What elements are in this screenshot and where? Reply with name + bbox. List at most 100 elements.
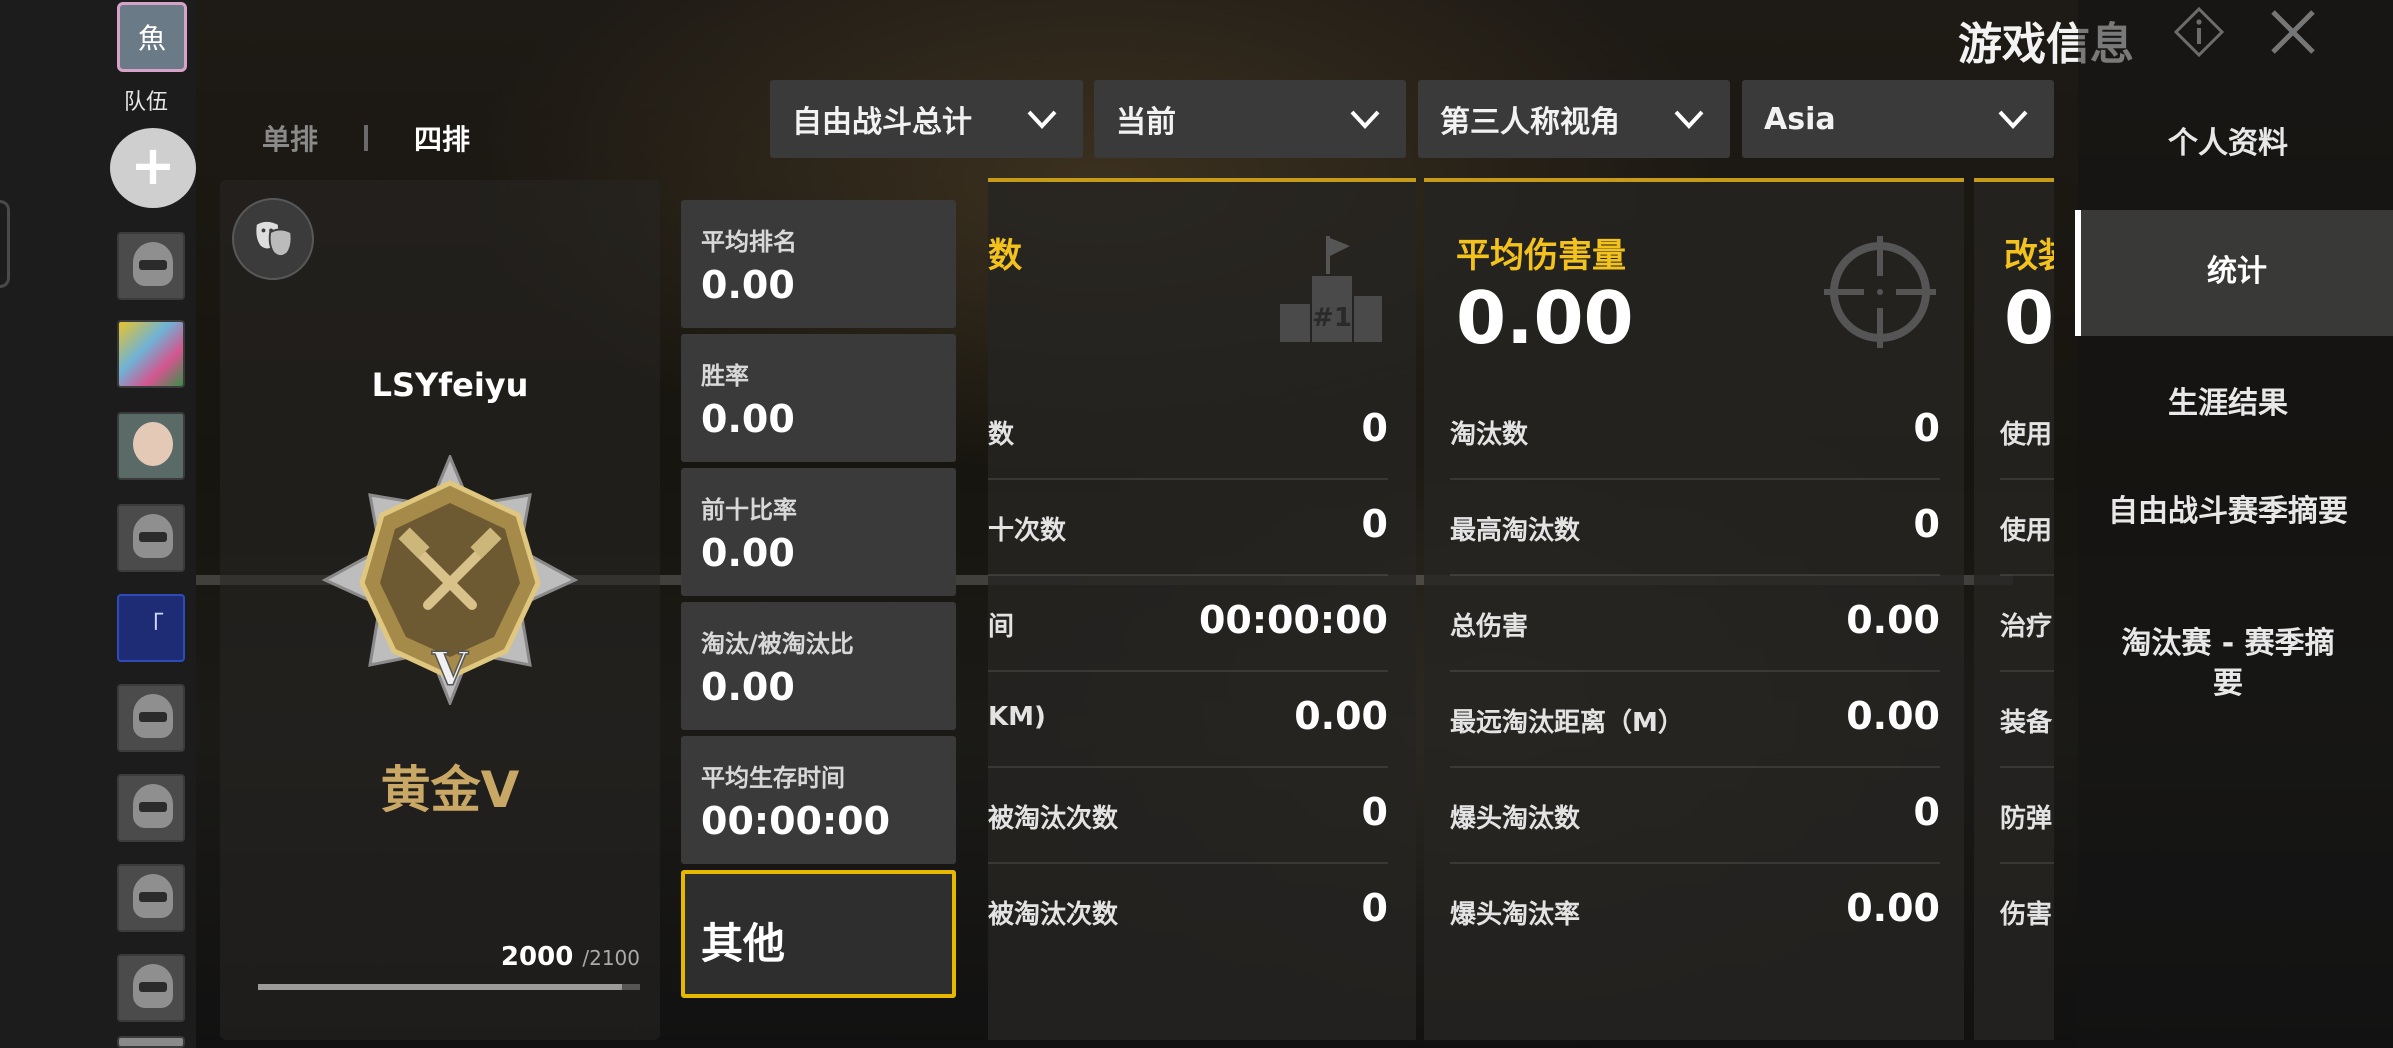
friend-avatar[interactable] — [117, 864, 185, 932]
stat-value: 0.00 — [701, 397, 795, 441]
stat-value: 00:00:00 — [701, 799, 891, 843]
stat-row: 使用 — [2000, 480, 2054, 576]
rank-points-current: 2000 — [500, 942, 574, 972]
stat-label: 平均排名 — [701, 228, 797, 256]
tab-divider — [364, 125, 369, 151]
stat-card-avg-survival[interactable]: 平均生存时间 00:00:00 — [681, 736, 956, 864]
mode-tabs: 单排 四排 — [262, 118, 470, 158]
row-label: 被淘汰次数 — [988, 900, 1119, 930]
row-label: 使用 — [2000, 516, 2053, 546]
mode-dropdown[interactable]: 自由战斗总计 — [770, 80, 1083, 158]
theater-mask-icon[interactable] — [232, 198, 314, 280]
row-value: 0.00 — [1846, 598, 1940, 642]
stat-row: 被淘汰次数 0 — [988, 768, 1388, 864]
friend-avatar[interactable] — [117, 684, 185, 752]
rank-points-max: /2100 — [582, 946, 640, 970]
friend-avatar[interactable] — [117, 954, 185, 1022]
player-name: LSYfeiyu — [371, 366, 529, 404]
stat-card-other[interactable]: 其他 — [681, 870, 956, 998]
chevron-down-icon — [1998, 110, 2028, 129]
friend-avatar[interactable]: 「 — [117, 594, 185, 662]
stat-row: 间 00:00:00 — [988, 576, 1388, 672]
rank-name: 黄金V — [380, 761, 520, 819]
row-value: 0 — [1361, 502, 1388, 546]
nav-item-elimination-season[interactable]: 淘汰赛 - 赛季摘要 — [2078, 624, 2378, 704]
dropdown-value: 自由战斗总计 — [792, 105, 972, 140]
collapse-tab[interactable] — [0, 200, 10, 288]
friend-avatar[interactable] — [117, 774, 185, 842]
friend-avatar[interactable] — [117, 320, 185, 388]
friend-avatar[interactable] — [117, 1036, 185, 1048]
row-value: 0 — [1913, 406, 1940, 450]
row-value: 0.00 — [1846, 886, 1940, 930]
panel-value: 0.00 — [1456, 276, 1634, 360]
row-value: 0 — [1913, 502, 1940, 546]
panel-title: 平均伤害量 — [1456, 236, 1626, 276]
stat-row: 总伤害 0.00 — [1450, 576, 1940, 672]
stat-label: 平均生存时间 — [701, 764, 845, 792]
stat-card-kd-ratio[interactable]: 淘汰/被淘汰比 0.00 — [681, 602, 956, 730]
stat-card-win-rate[interactable]: 胜率 0.00 — [681, 334, 956, 462]
friend-avatar[interactable] — [117, 504, 185, 572]
row-value: 0.00 — [1294, 694, 1388, 738]
nav-item-stats[interactable]: 统计 — [2075, 210, 2393, 336]
team-avatar[interactable]: 魚 — [117, 2, 187, 72]
stat-row: 最高淘汰数 0 — [1450, 480, 1940, 576]
row-label: 最远淘汰距离（M） — [1450, 708, 1684, 738]
row-label: 被淘汰次数 — [988, 804, 1119, 834]
friend-avatar[interactable] — [117, 412, 185, 480]
perspective-dropdown[interactable]: 第三人称视角 — [1418, 80, 1730, 158]
row-label: KM) — [988, 702, 1046, 732]
stat-row: 使用 — [2000, 384, 2054, 480]
row-label: 数 — [988, 420, 1015, 450]
stat-row: 爆头淘汰率 0.00 — [1450, 864, 1940, 960]
stat-row: 最远淘汰距离（M） 0.00 — [1450, 672, 1940, 768]
row-value: 0 — [1361, 790, 1388, 834]
nav-item-career[interactable]: 生涯结果 — [2078, 384, 2378, 424]
nav-item-profile[interactable]: 个人资料 — [2078, 124, 2378, 164]
region-dropdown[interactable]: Asia — [1742, 80, 2054, 158]
stats-panel-1: 数 #1 数 0 十次数 0 间 00:00:00 KM) 0.00 被淘汰次数… — [988, 178, 1416, 1040]
crosshair-icon — [1824, 236, 1936, 348]
chevron-down-icon — [1674, 110, 1704, 129]
stat-value: 0.00 — [701, 665, 795, 709]
row-label: 间 — [988, 612, 1015, 642]
rank-points: 2000 /2100 — [420, 942, 640, 972]
row-label: 十次数 — [988, 516, 1067, 546]
stat-card-avg-rank[interactable]: 平均排名 0.00 — [681, 200, 956, 328]
row-value: 0 — [1361, 886, 1388, 930]
stat-row: 淘汰数 0 — [1450, 384, 1940, 480]
stat-row: KM) 0.00 — [988, 672, 1388, 768]
stat-card-top10-rate[interactable]: 前十比率 0.00 — [681, 468, 956, 596]
add-friend-button[interactable]: + — [110, 128, 196, 208]
row-value: 0.00 — [1846, 694, 1940, 738]
stat-value: 0.00 — [701, 531, 795, 575]
season-dropdown[interactable]: 当前 — [1094, 80, 1406, 158]
tab-squad[interactable]: 四排 — [414, 118, 470, 158]
nav-item-free-battle-season[interactable]: 自由战斗赛季摘要 — [2078, 492, 2378, 532]
gold-rank-badge-icon: V — [321, 455, 579, 705]
row-label: 使用 — [2000, 420, 2053, 450]
row-label: 防弹 — [2000, 804, 2053, 834]
friend-avatar[interactable] — [117, 232, 185, 300]
chevron-down-icon — [1350, 110, 1380, 129]
panel-title: 数 — [988, 236, 1022, 276]
team-label: 队伍 — [123, 90, 168, 115]
row-label: 淘汰数 — [1450, 420, 1529, 450]
tab-solo[interactable]: 单排 — [262, 118, 318, 158]
stat-row: 被淘汰次数 0 — [988, 864, 1388, 960]
svg-text:#1: #1 — [1312, 303, 1352, 333]
dropdown-value: Asia — [1764, 101, 1836, 137]
rank-progress-bar — [258, 984, 640, 990]
podium-icon: #1 — [1280, 236, 1382, 342]
rank-progress-fill — [258, 984, 622, 990]
row-label: 伤害 — [2000, 900, 2053, 930]
chevron-down-icon — [1027, 110, 1057, 129]
row-value: 0 — [1361, 406, 1388, 450]
dropdown-value: 第三人称视角 — [1440, 105, 1620, 140]
stat-row: 伤害 — [2000, 864, 2054, 960]
rank-numeral: V — [431, 642, 469, 696]
row-label: 最高淘汰数 — [1450, 516, 1581, 546]
stat-row: 数 0 — [988, 384, 1388, 480]
row-value: 0 — [1913, 790, 1940, 834]
